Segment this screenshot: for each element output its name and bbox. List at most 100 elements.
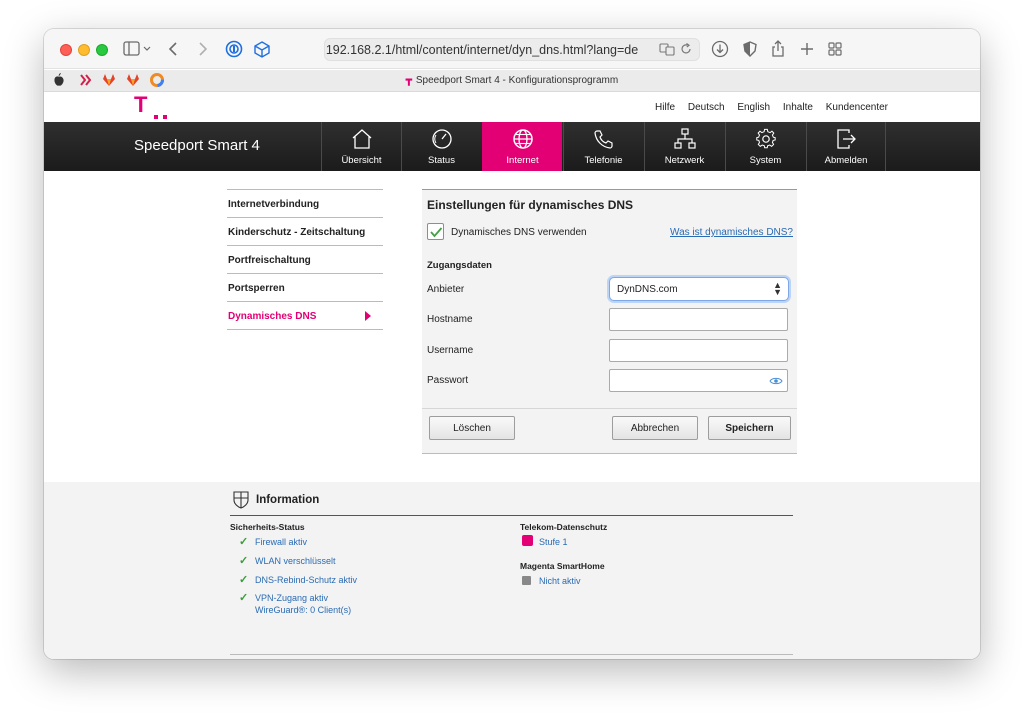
sidebar-item-kinderschutz[interactable]: Kinderschutz - Zeitschaltung	[227, 218, 383, 246]
nav-abmelden[interactable]: Abmelden	[806, 122, 886, 171]
extension-cube-icon[interactable]	[252, 39, 272, 59]
check-icon: ✓	[239, 555, 249, 567]
privacy-level[interactable]: Stufe 1	[539, 537, 568, 548]
nav-netzwerk[interactable]: Netzwerk	[644, 122, 724, 171]
sidebar-item-label: Dynamisches DNS	[228, 311, 317, 322]
information-bottom-divider	[230, 654, 793, 655]
minimize-window-button[interactable]	[78, 44, 90, 56]
dyndns-settings-panel: Einstellungen für dynamisches DNS Dynami…	[422, 189, 797, 454]
nav-label: System	[749, 155, 782, 166]
status-wireguard[interactable]: WireGuard®: 0 Client(s)	[255, 605, 351, 616]
phone-icon	[594, 130, 613, 149]
browser-window: 192.168.2.1/html/content/internet/dyn_dn…	[44, 29, 980, 659]
zoom-window-button[interactable]	[96, 44, 108, 56]
password-input[interactable]	[609, 369, 788, 392]
page: T Hilfe Deutsch English Inhalte Kundence…	[44, 92, 980, 659]
translate-icon[interactable]	[659, 42, 675, 59]
cancel-button[interactable]: Abbrechen	[612, 416, 698, 440]
tab-title-text: Speedport Smart 4 - Konfigurationsprogra…	[415, 75, 619, 86]
home-icon	[352, 129, 372, 149]
downloads-icon[interactable]	[710, 39, 730, 59]
panel-title: Einstellungen für dynamisches DNS	[427, 198, 634, 212]
password-manager-icon[interactable]	[224, 39, 244, 59]
security-status-heading: Sicherheits-Status	[230, 522, 305, 532]
telekom-logo[interactable]: T	[134, 93, 147, 117]
sidebar-item-label: Portfreischaltung	[228, 255, 311, 266]
forward-icon[interactable]	[194, 39, 210, 59]
link-inhalte[interactable]: Inhalte	[783, 102, 813, 113]
nav-label: Internet	[506, 155, 539, 166]
sidebar-menu: Internetverbindung Kinderschutz - Zeitsc…	[227, 189, 383, 330]
sidebar-item-label: Internetverbindung	[228, 199, 320, 210]
use-dyndns-checkbox[interactable]	[427, 223, 444, 240]
nav-label: Telefonie	[584, 155, 623, 166]
check-icon: ✓	[239, 574, 249, 586]
address-bar[interactable]: 192.168.2.1/html/content/internet/dyn_dn…	[324, 38, 700, 61]
active-arrow-icon	[365, 311, 371, 321]
nav-label: Netzwerk	[664, 155, 705, 166]
link-deutsch[interactable]: Deutsch	[688, 102, 725, 113]
hostname-label: Hostname	[427, 314, 473, 325]
privacy-level-icon	[522, 535, 533, 546]
nav-uebersicht[interactable]: Übersicht	[321, 122, 401, 171]
sidebar-item-portsperren[interactable]: Portsperren	[227, 274, 383, 302]
nav-label: Status	[428, 155, 455, 166]
network-icon	[674, 128, 696, 149]
provider-select[interactable]: DynDNS.com ▲ ▼	[609, 277, 789, 301]
nav-label: Abmelden	[824, 155, 868, 166]
share-icon[interactable]	[769, 39, 787, 59]
provider-value: DynDNS.com	[617, 284, 678, 295]
panel-divider	[422, 408, 797, 409]
gear-icon	[756, 128, 776, 149]
sidebar-item-label: Portsperren	[228, 283, 285, 294]
url-text: 192.168.2.1/html/content/internet/dyn_dn…	[325, 43, 639, 57]
show-password-eye-icon[interactable]	[769, 375, 783, 387]
sidebar-toggle-icon[interactable]	[121, 39, 155, 59]
save-button[interactable]: Speichern	[708, 416, 791, 440]
favorites-bar: ┳ Speedport Smart 4 - Konfigurationsprogr…	[44, 70, 980, 92]
tab-overview-icon[interactable]	[826, 39, 844, 59]
sidebar-item-internetverbindung[interactable]: Internetverbindung	[227, 190, 383, 218]
sidebar-item-portfreischaltung[interactable]: Portfreischaltung	[227, 246, 383, 274]
active-tab[interactable]: ┳ Speedport Smart 4 - Konfigurationsprogr…	[44, 75, 980, 86]
username-label: Username	[427, 345, 474, 356]
telekom-tab-icon: ┳	[405, 75, 412, 86]
brand-title: Speedport Smart 4	[134, 137, 260, 154]
reload-icon[interactable]	[680, 42, 692, 59]
nav-internet[interactable]: Internet	[482, 122, 562, 171]
username-input[interactable]	[609, 339, 788, 362]
link-hilfe[interactable]: Hilfe	[655, 102, 675, 113]
back-icon[interactable]	[166, 39, 182, 59]
top-header: T Hilfe Deutsch English Inhalte Kundence…	[44, 92, 980, 122]
close-window-button[interactable]	[60, 44, 72, 56]
hostname-input[interactable]	[609, 308, 788, 331]
privacy-heading: Telekom-Datenschutz	[520, 522, 608, 532]
delete-button[interactable]: Löschen	[429, 416, 515, 440]
status-firewall[interactable]: Firewall aktiv	[255, 537, 307, 548]
sidebar-item-label: Kinderschutz - Zeitschaltung	[228, 227, 366, 238]
sidebar-item-dynamisches-dns[interactable]: Dynamisches DNS	[227, 302, 383, 330]
privacy-shield-icon[interactable]	[741, 39, 759, 59]
link-english[interactable]: English	[737, 102, 770, 113]
top-links: Hilfe Deutsch English Inhalte Kundencent…	[645, 102, 888, 113]
nav-system[interactable]: System	[725, 122, 805, 171]
status-wlan[interactable]: WLAN verschlüsselt	[255, 556, 336, 567]
smarthome-status[interactable]: Nicht aktiv	[539, 576, 581, 587]
use-dyndns-label[interactable]: Dynamisches DNS verwenden	[451, 227, 587, 238]
checkmark-icon	[430, 227, 443, 238]
link-kundencenter[interactable]: Kundencenter	[826, 102, 888, 113]
gauge-icon	[432, 129, 452, 149]
smarthome-heading: Magenta SmartHome	[520, 561, 605, 571]
main-navigation: Speedport Smart 4 Übersicht Status Inter…	[44, 122, 980, 171]
logout-icon	[837, 129, 856, 149]
select-caret-icon: ▲ ▼	[773, 280, 782, 297]
status-dns-rebind[interactable]: DNS-Rebind-Schutz aktiv	[255, 575, 357, 586]
provider-label: Anbieter	[427, 284, 465, 295]
section-zugangsdaten: Zugangsdaten	[427, 260, 492, 271]
nav-status[interactable]: Status	[401, 122, 481, 171]
status-vpn[interactable]: VPN-Zugang aktiv	[255, 593, 328, 604]
information-section: Information Sicherheits-Status ✓ Firewal…	[44, 482, 980, 659]
nav-telefonie[interactable]: Telefonie	[563, 122, 643, 171]
new-tab-icon[interactable]	[798, 39, 816, 59]
what-is-dyndns-link[interactable]: Was ist dynamisches DNS?	[670, 227, 793, 238]
